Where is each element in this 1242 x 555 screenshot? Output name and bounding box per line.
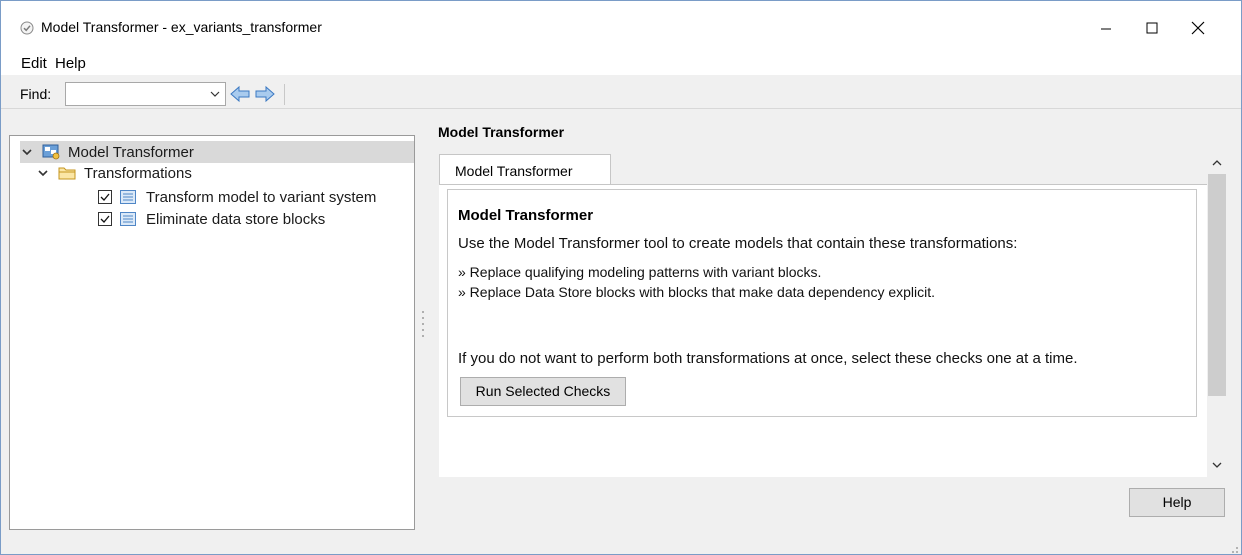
find-toolbar: Find: — [1, 79, 1241, 109]
folder-icon — [58, 166, 76, 180]
content-note: If you do not want to perform both trans… — [458, 350, 1078, 367]
chevron-down-icon[interactable] — [36, 166, 50, 180]
content-description: Use the Model Transformer tool to create… — [458, 235, 1018, 252]
matlab-status-icon — [20, 21, 34, 35]
find-label: Find: — [20, 86, 52, 102]
tree-item-transformations[interactable]: Transformations — [36, 162, 192, 184]
check-list-icon — [120, 212, 136, 226]
maximize-button[interactable] — [1129, 11, 1175, 45]
tree-label-model-transformer: Model Transformer — [68, 143, 194, 161]
model-transformer-window: Model Transformer - ex_variants_transfor… — [0, 0, 1242, 555]
tab-content-frame: Model Transformer Use the Model Transfor… — [439, 184, 1207, 477]
tab-model-transformer[interactable]: Model Transformer — [439, 154, 611, 185]
menu-bar: Edit Help — [1, 53, 1241, 75]
help-button[interactable]: Help — [1129, 488, 1225, 517]
find-next-arrow-icon[interactable] — [255, 85, 275, 103]
run-selected-checks-button[interactable]: Run Selected Checks — [460, 377, 626, 406]
toolbar-separator — [284, 84, 285, 105]
info-box: Model Transformer Use the Model Transfor… — [447, 189, 1197, 417]
tree-label-transform-variant: Transform model to variant system — [146, 188, 377, 206]
check-eliminate-data-store-checkbox[interactable] — [98, 212, 112, 226]
pane-splitter[interactable] — [421, 309, 425, 337]
minimize-button[interactable] — [1083, 11, 1129, 45]
chevron-down-icon[interactable] — [207, 86, 223, 102]
tree-label-eliminate-data-store: Eliminate data store blocks — [146, 210, 326, 228]
chevron-up-icon[interactable] — [1211, 156, 1223, 168]
find-previous-arrow-icon[interactable] — [230, 85, 250, 103]
menu-edit[interactable]: Edit — [21, 55, 47, 72]
check-list-icon — [120, 190, 136, 204]
tree-label-transformations: Transformations — [84, 164, 192, 182]
resize-grip-icon[interactable] — [1227, 541, 1239, 553]
list-item: » Replace Data Store blocks with blocks … — [458, 284, 936, 300]
vertical-scrollbar[interactable] — [1207, 154, 1227, 477]
tree-item-model-transformer[interactable]: Model Transformer — [20, 141, 414, 163]
chevron-down-icon[interactable] — [1211, 458, 1223, 470]
title-bar: Model Transformer - ex_variants_transfor… — [1, 1, 1241, 53]
find-combobox[interactable] — [65, 82, 226, 106]
model-advisor-icon — [42, 144, 60, 160]
chevron-down-icon[interactable] — [20, 145, 34, 159]
panel-title: Model Transformer — [438, 124, 565, 140]
find-input[interactable] — [68, 85, 203, 103]
tree-item-eliminate-data-store-blocks[interactable]: Eliminate data store blocks — [98, 208, 325, 230]
tree-item-transform-model-to-variant-system[interactable]: Transform model to variant system — [98, 186, 376, 208]
close-button[interactable] — [1175, 11, 1221, 45]
check-transform-variant-checkbox[interactable] — [98, 190, 112, 204]
list-item: » Replace qualifying modeling patterns w… — [458, 264, 822, 280]
window-title: Model Transformer - ex_variants_transfor… — [41, 19, 322, 35]
scrollbar-thumb[interactable] — [1208, 174, 1226, 396]
menu-help[interactable]: Help — [55, 55, 86, 72]
content-heading: Model Transformer — [458, 207, 594, 224]
model-transformer-tree[interactable]: Model Transformer Transformations Transf… — [9, 135, 415, 530]
